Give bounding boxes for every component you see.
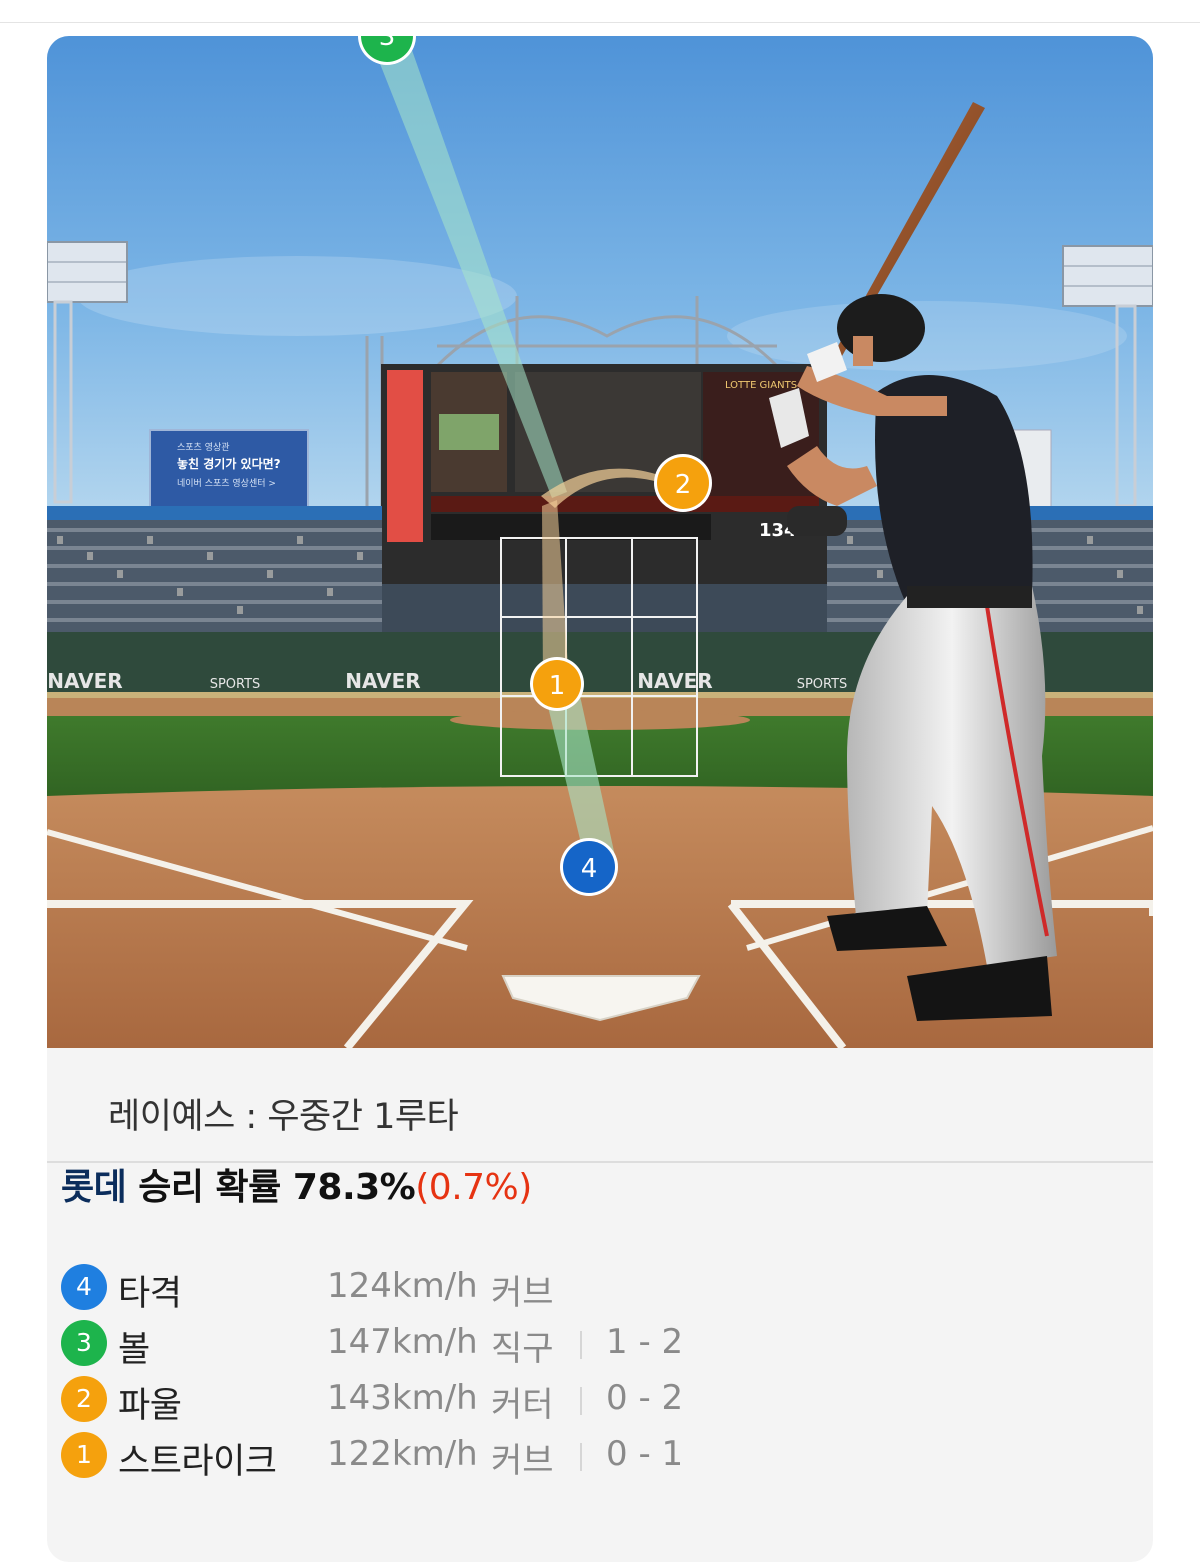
pitch-marker-4-number: 4 xyxy=(581,854,598,884)
count-divider xyxy=(580,1443,582,1471)
pitch-speed: 122km/h xyxy=(327,1434,478,1474)
pitch-marker-1[interactable]: 1 xyxy=(530,657,584,711)
pitch-row-4[interactable]: 4 타격 124km/h 커브 xyxy=(61,1260,1061,1316)
ball-strike-count: 0 - 1 xyxy=(606,1434,684,1474)
pitch-marker-3-number: 3 xyxy=(379,36,396,52)
play-result-text: 레이예스 : 우중간 1루타 xyxy=(108,1097,459,1137)
count-divider xyxy=(580,1331,582,1359)
win-prob-team: 롯데 xyxy=(61,1167,127,1208)
billboard-line3: 네이버 스포츠 영상센터 > xyxy=(177,478,276,489)
ballpark-illustration: LOTTE GIANTS 1 3 4 스포츠 영상관 놓친 경기가 있다면? 네이버… xyxy=(47,36,1153,1048)
pitch-list: 4 타격 124km/h 커브 3 볼 147km/h 직구 1 - 2 2 파… xyxy=(61,1260,1061,1484)
pitch-type: 커터 xyxy=(491,1385,554,1425)
pitch-type: 직구 xyxy=(491,1329,554,1369)
pitch-result: 파울 xyxy=(118,1386,182,1426)
billboard-line1: 스포츠 영상관 xyxy=(177,442,230,453)
left-billboard: 스포츠 영상관 놓친 경기가 있다면? 네이버 스포츠 영상센터 > xyxy=(149,429,309,517)
pitch-number-badge: 1 xyxy=(61,1432,107,1478)
pitch-marker-1-number: 1 xyxy=(549,671,566,701)
pitch-marker-2[interactable]: 2 xyxy=(654,454,712,512)
win-prob-label: 승리 확률 xyxy=(126,1167,293,1208)
pitch-row-2[interactable]: 2 파울 143km/h 커터 0 - 2 xyxy=(61,1372,1061,1428)
pitch-result: 타격 xyxy=(118,1274,182,1314)
play-result-row: 레이예스 : 우중간 1루타 xyxy=(47,1048,1153,1163)
pitch-speed: 143km/h xyxy=(327,1378,478,1418)
wall-sponsor-5: SPORTS xyxy=(797,677,848,692)
pitch-marker-4[interactable]: 4 xyxy=(560,838,618,896)
pitch-type: 커브 xyxy=(491,1273,554,1313)
pitch-row-3[interactable]: 3 볼 147km/h 직구 1 - 2 xyxy=(61,1316,1061,1372)
top-divider xyxy=(0,22,1200,23)
pitch-speed: 147km/h xyxy=(327,1322,478,1362)
count-divider xyxy=(580,1387,582,1415)
billboard-line2: 놓친 경기가 있다면? xyxy=(177,456,281,471)
scoreboard-team-label: LOTTE GIANTS xyxy=(725,380,797,391)
win-prob-value: 78.3% xyxy=(292,1167,416,1208)
pitch-result: 스트라이크 xyxy=(118,1442,277,1482)
pitch-result: 볼 xyxy=(118,1330,150,1370)
pitch-number-badge: 4 xyxy=(61,1264,107,1310)
ball-strike-count: 0 - 2 xyxy=(606,1378,684,1418)
wall-sponsor-3: NAVER xyxy=(345,669,420,693)
pitch-speed: 124km/h xyxy=(327,1266,478,1306)
pitchers-mound xyxy=(450,710,750,730)
pitch-type: 커브 xyxy=(491,1441,554,1481)
pitch-scene: LOTTE GIANTS 1 3 4 스포츠 영상관 놓친 경기가 있다면? 네이버… xyxy=(47,36,1153,1048)
pitch-row-1[interactable]: 1 스트라이크 122km/h 커브 0 - 1 xyxy=(61,1428,1061,1484)
win-prob-delta: (0.7%) xyxy=(415,1167,532,1208)
win-probability: 롯데 승리 확률 78.3%(0.7%) xyxy=(61,1158,532,1210)
wall-sponsor-2: SPORTS xyxy=(210,677,261,692)
pitch-number-badge: 2 xyxy=(61,1376,107,1422)
wall-sponsor-4: NAVER xyxy=(637,669,712,693)
ball-strike-count: 1 - 2 xyxy=(606,1322,684,1362)
pitch-number-badge: 3 xyxy=(61,1320,107,1366)
pitch-marker-2-number: 2 xyxy=(675,470,692,500)
wall-sponsor-1: NAVER xyxy=(47,669,122,693)
